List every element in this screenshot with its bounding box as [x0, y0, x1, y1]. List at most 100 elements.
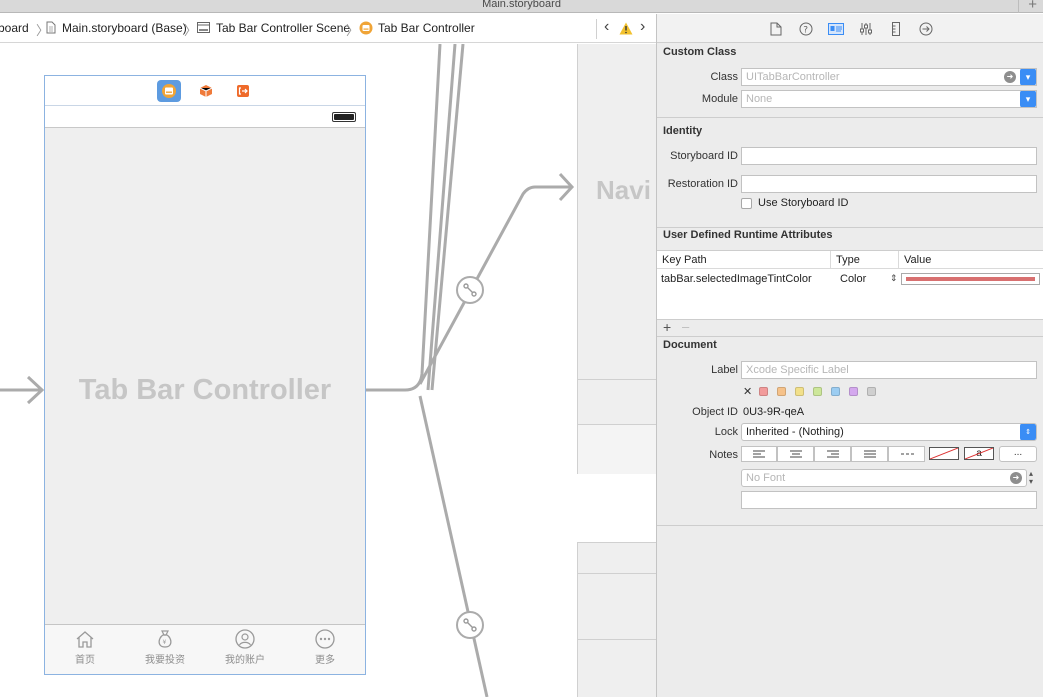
more-icon: [315, 629, 335, 649]
font-picker-icon[interactable]: ➜: [1010, 472, 1022, 484]
justify-button[interactable]: [851, 446, 888, 462]
background-color-well[interactable]: a: [964, 447, 994, 460]
tab-item-account[interactable]: 我的账户: [205, 625, 285, 674]
align-right-button[interactable]: [814, 446, 851, 462]
module-placeholder: None: [746, 93, 773, 105]
tab-item-more[interactable]: 更多: [285, 625, 365, 674]
section-divider: [657, 336, 1043, 337]
navigation-controller-scene[interactable]: Navi: [577, 44, 656, 424]
notes-more-button[interactable]: ...: [999, 446, 1037, 462]
notes-text-area[interactable]: [741, 491, 1037, 509]
key-path-cell[interactable]: tabBar.selectedImageTintColor: [661, 273, 812, 285]
label-color-swatch[interactable]: [849, 387, 858, 396]
relationship-segue-icon[interactable]: [456, 611, 484, 639]
chevron-right-icon: 〉: [346, 23, 360, 38]
object-id-value: 0U3-9R-qeA: [743, 406, 805, 418]
align-left-button[interactable]: [741, 446, 777, 462]
label-color-swatch[interactable]: [795, 387, 804, 396]
label-color-swatch[interactable]: [813, 387, 822, 396]
column-header-type[interactable]: Type: [836, 254, 860, 266]
label-color-swatch[interactable]: [777, 387, 786, 396]
help-inspector-icon[interactable]: ?: [797, 20, 815, 38]
tab-label: 我要投资: [145, 655, 185, 666]
storyboard-id-label: Storyboard ID: [670, 150, 738, 162]
font-field[interactable]: No Font ➜: [741, 469, 1027, 487]
tab-bar-controller-icon: [359, 21, 373, 38]
breadcrumb-storyboard[interactable]: Main.storyboard (Base): [62, 21, 187, 35]
class-field[interactable]: UITabBarController ➜ ▾: [741, 68, 1037, 86]
custom-class-section-title: Custom Class: [663, 46, 737, 58]
lock-dropdown-button[interactable]: ⇕: [1020, 424, 1036, 440]
clear-label-color-button[interactable]: ✕: [743, 385, 752, 398]
class-dropdown-button[interactable]: ▾: [1020, 69, 1036, 85]
type-stepper-icon[interactable]: ⇕: [890, 273, 898, 284]
font-placeholder: No Font: [746, 472, 786, 484]
label-color-swatch[interactable]: [759, 387, 768, 396]
label-color-swatch[interactable]: [867, 387, 876, 396]
warning-icon[interactable]: [619, 22, 633, 38]
notes-label: Notes: [709, 449, 738, 461]
size-inspector-icon[interactable]: [887, 20, 905, 38]
breadcrumb-controller[interactable]: Tab Bar Controller: [378, 21, 475, 35]
second-scene[interactable]: [577, 542, 656, 697]
tab-item-home[interactable]: 首页: [45, 625, 125, 674]
align-center-button[interactable]: [777, 446, 814, 462]
titlebar-divider: [1018, 0, 1019, 13]
money-bag-icon: ¥: [158, 630, 172, 648]
text-color-well[interactable]: [929, 447, 959, 460]
go-to-class-icon[interactable]: ➜: [1004, 71, 1016, 83]
tab-label: 我的账户: [225, 655, 265, 666]
storyboard-canvas[interactable]: Tab Bar Controller 首页 ¥ 我要投资 我的账户 更多 Nav…: [0, 44, 656, 697]
module-label: Module: [701, 93, 738, 105]
previous-issue-button[interactable]: ‹: [604, 18, 609, 36]
xcode-label-field[interactable]: Xcode Specific Label: [741, 361, 1037, 379]
lock-popup[interactable]: Inherited - (Nothing) ⇕: [741, 423, 1037, 441]
navigation-scene-tabbar: [577, 424, 656, 474]
table-header: Key Path Type Value: [657, 251, 1043, 269]
relationship-segue-icon[interactable]: [456, 276, 484, 304]
column-header-key-path[interactable]: Key Path: [662, 254, 707, 266]
tab-item-invest[interactable]: ¥ 我要投资: [125, 625, 205, 674]
class-label: Class: [710, 71, 738, 83]
first-responder-cube-icon[interactable]: [194, 80, 218, 102]
next-issue-button[interactable]: ›: [640, 18, 645, 36]
exit-icon[interactable]: [231, 80, 255, 102]
attributes-inspector-icon[interactable]: [857, 20, 875, 38]
type-cell[interactable]: Color: [840, 273, 866, 285]
restoration-id-field[interactable]: [741, 175, 1037, 193]
add-tab-button[interactable]: +: [1028, 0, 1037, 13]
lock-value: Inherited - (Nothing): [746, 426, 844, 438]
module-dropdown-button[interactable]: ▾: [1020, 91, 1036, 107]
table-row[interactable]: tabBar.selectedImageTintColor Color ⇕: [657, 270, 1043, 290]
inspector-tabs: ?: [657, 14, 1043, 43]
column-header-value[interactable]: Value: [904, 254, 931, 266]
scene-divider: [578, 379, 656, 380]
natural-align-button[interactable]: [888, 446, 925, 462]
module-field[interactable]: None ▾: [741, 90, 1037, 108]
label-color-swatch[interactable]: [831, 387, 840, 396]
value-color-well[interactable]: [901, 273, 1040, 285]
scene-divider: [578, 573, 656, 574]
window-title: Main.storyboard: [482, 0, 561, 10]
font-size-stepper[interactable]: ▴ ▾: [1029, 470, 1037, 486]
connections-inspector-icon[interactable]: [917, 20, 935, 38]
tab-bar-controller-scene[interactable]: Tab Bar Controller 首页 ¥ 我要投资 我的账户 更多: [44, 75, 366, 675]
breadcrumb-scene[interactable]: Tab Bar Controller Scene: [216, 21, 350, 35]
file-inspector-icon[interactable]: [767, 20, 785, 38]
identity-inspector-icon[interactable]: [827, 20, 845, 38]
storyboard-id-field[interactable]: [741, 147, 1037, 165]
breadcrumb-project[interactable]: board: [0, 21, 29, 35]
tab-bar-controller-icon[interactable]: [157, 80, 181, 102]
tab-label: 更多: [315, 655, 335, 666]
label-label: Label: [711, 364, 738, 376]
identity-section-title: Identity: [663, 125, 703, 137]
restoration-id-label: Restoration ID: [667, 178, 738, 190]
class-placeholder: UITabBarController: [746, 71, 840, 83]
add-attribute-button[interactable]: +: [663, 319, 671, 335]
remove-attribute-button[interactable]: –: [682, 319, 689, 334]
svg-text:?: ?: [803, 26, 808, 36]
column-divider: [830, 251, 831, 269]
object-id-label: Object ID: [692, 406, 738, 418]
section-divider: [657, 525, 1043, 526]
use-storyboard-id-checkbox[interactable]: [741, 198, 752, 209]
